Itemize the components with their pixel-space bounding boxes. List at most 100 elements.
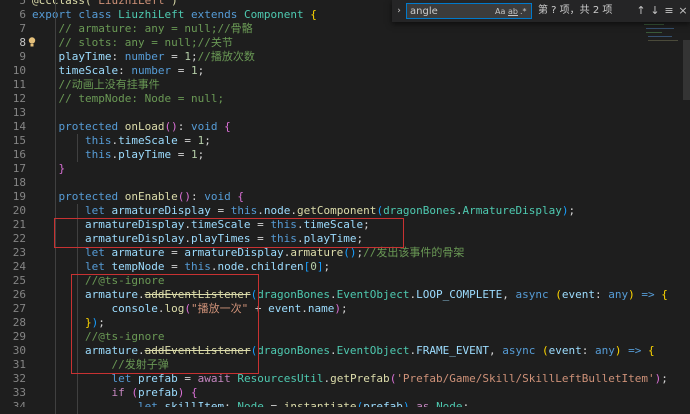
- code-token: this: [184, 260, 211, 273]
- code-token: =: [263, 400, 284, 407]
- scrollbar-thumb[interactable]: [683, 40, 690, 100]
- code-line[interactable]: 10 timeScale: number = 1;: [0, 64, 690, 78]
- code-token: any: [595, 344, 615, 357]
- find-input[interactable]: angle Aa ab .*: [406, 3, 532, 19]
- line-number: 25: [12, 274, 26, 287]
- line-number: 29: [12, 330, 26, 343]
- code-token: =: [171, 148, 191, 161]
- code-token: let: [84, 260, 105, 273]
- previous-match-icon[interactable]: ↑: [634, 4, 648, 18]
- close-find-icon[interactable]: ×: [676, 4, 690, 18]
- code-token: ): [561, 204, 569, 217]
- code-line[interactable]: 9 playTime: number = 1;//播放次数: [0, 50, 690, 64]
- code-token: name: [307, 302, 335, 315]
- code-token: =>: [628, 344, 642, 357]
- code-token: playTime: [58, 50, 112, 63]
- code-token: ;: [190, 50, 198, 63]
- code-token: ArmatureDisplay: [462, 204, 562, 217]
- code-text: if (prefab) {: [32, 386, 197, 400]
- code-line[interactable]: 17 }: [0, 162, 690, 176]
- code-token: =: [171, 64, 191, 77]
- next-match-icon[interactable]: ↓: [648, 4, 662, 18]
- match-case-toggle[interactable]: Aa: [495, 5, 505, 18]
- whole-word-toggle[interactable]: ab: [508, 5, 518, 18]
- code-line[interactable]: 19 protected onEnable(): void {: [0, 190, 690, 204]
- code-token: ): [171, 0, 178, 7]
- code-token: this: [230, 204, 258, 217]
- toggle-replace-icon[interactable]: ›: [394, 4, 404, 18]
- code-token: ;: [340, 302, 348, 315]
- line-number: 6: [19, 8, 26, 21]
- code-token: instantiate: [283, 400, 357, 407]
- code-text: // tempNode: Node = null;: [32, 92, 225, 106]
- code-token: this: [84, 148, 112, 161]
- code-token: // armature: any = null;//骨骼: [58, 22, 253, 35]
- code-text: // armature: any = null;//骨骼: [32, 22, 253, 36]
- code-token: any: [608, 288, 629, 301]
- code-token: ;: [323, 260, 331, 273]
- code-line[interactable]: 14 protected onLoad(): void {: [0, 120, 690, 134]
- code-token: .: [257, 204, 264, 217]
- code-token: getPrefab: [330, 372, 390, 385]
- line-number: 11: [12, 78, 26, 91]
- code-token: (: [131, 386, 138, 399]
- line-number: 14: [12, 120, 26, 133]
- line-number: 24: [12, 260, 26, 273]
- indent-guide: [77, 134, 78, 162]
- code-token: 'Prefab/Game/Skill/SkillLeftBulletItem': [396, 372, 655, 385]
- code-line[interactable]: 23 let armature = armatureDisplay.armatu…: [0, 246, 690, 260]
- code-token: export: [32, 8, 72, 21]
- code-line[interactable]: 16 this.playTime = 1;: [0, 148, 690, 162]
- code-line[interactable]: 12 // tempNode: Node = null;: [0, 92, 690, 106]
- code-line[interactable]: 32 let prefab = await ResourcesUtil.getP…: [0, 372, 690, 386]
- code-token: LOOP_COMPLETE: [416, 288, 503, 301]
- code-token: 1: [184, 50, 191, 63]
- code-token: async: [502, 344, 536, 357]
- code-token: (: [555, 288, 562, 301]
- code-token: FRAME_EVENT: [416, 344, 490, 357]
- code-text: timeScale: number = 1;: [32, 64, 205, 78]
- find-in-selection-icon[interactable]: ≡: [662, 4, 676, 18]
- code-line[interactable]: 8 // slots: any = null;//关节: [0, 36, 690, 50]
- code-token: EventObject: [336, 288, 410, 301]
- code-token: :: [111, 50, 125, 63]
- code-token: protected: [58, 120, 119, 133]
- line-number: 10: [12, 64, 26, 77]
- code-text: protected onEnable(): void {: [32, 190, 244, 204]
- code-token: :: [190, 190, 205, 203]
- code-token: (): [177, 190, 191, 203]
- code-line[interactable]: 24 let tempNode = this.node.children[0];: [0, 260, 690, 274]
- code-token: =: [210, 204, 231, 217]
- line-number: 23: [12, 246, 26, 259]
- code-token: ): [402, 400, 410, 407]
- code-line[interactable]: 13: [0, 106, 690, 120]
- code-token: :: [177, 120, 191, 133]
- line-number: 17: [12, 162, 26, 175]
- find-input-value: angle: [410, 6, 438, 17]
- code-line[interactable]: 15 this.timeScale = 1;: [0, 134, 690, 148]
- code-token: onLoad: [124, 120, 165, 133]
- find-result-count: 第 ? 项，共 2 项: [538, 5, 613, 16]
- code-token: 1: [190, 148, 198, 161]
- minimap[interactable]: [642, 22, 682, 407]
- code-line[interactable]: 7 // armature: any = null;//骨骼: [0, 22, 690, 36]
- code-line[interactable]: 11 //动画上没有挂事件: [0, 78, 690, 92]
- code-token: .: [301, 302, 308, 315]
- code-token: node: [263, 204, 291, 217]
- code-line[interactable]: 20 let armatureDisplay = this.node.getCo…: [0, 204, 690, 218]
- code-line[interactable]: 34 let skillItem: Node = instantiate(pre…: [0, 400, 690, 407]
- code-token: void: [190, 120, 218, 133]
- code-line[interactable]: 18: [0, 176, 690, 190]
- line-number: 33: [12, 386, 26, 399]
- line-number: 21: [12, 218, 26, 231]
- code-token: :: [595, 288, 609, 301]
- regex-toggle[interactable]: .*: [520, 5, 527, 18]
- code-token: dragonBones: [383, 204, 456, 217]
- code-text: // slots: any = null;//关节: [32, 36, 233, 50]
- indent-guide: [55, 0, 56, 414]
- code-token: class: [78, 8, 112, 21]
- code-text: this.playTime = 1;: [32, 148, 204, 162]
- minimap-line: [646, 28, 674, 29]
- code-text: this.timeScale = 1;: [32, 134, 211, 148]
- code-line[interactable]: 33 if (prefab) {: [0, 386, 690, 400]
